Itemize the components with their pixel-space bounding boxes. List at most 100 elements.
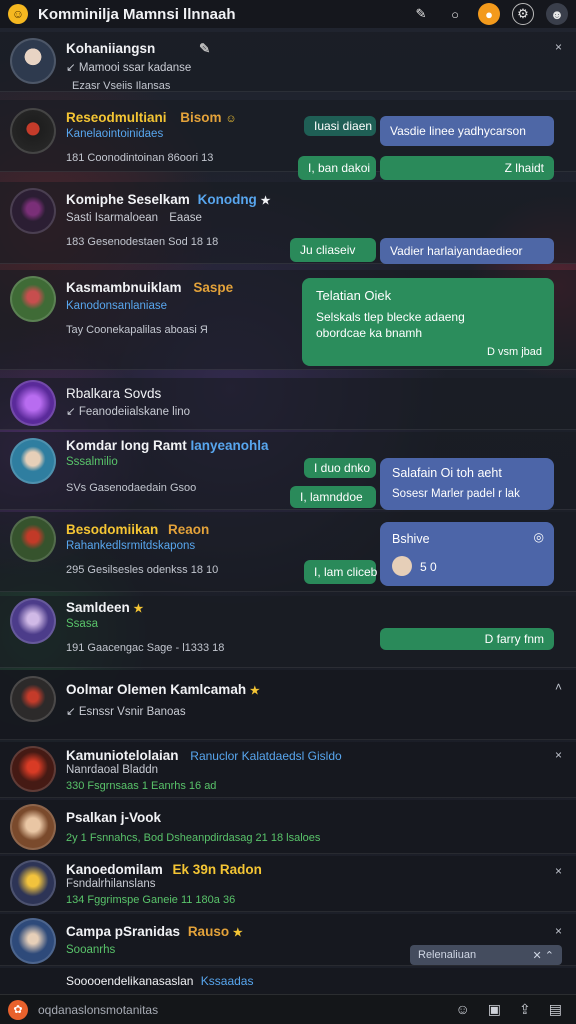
name-text: Komiphe Seselkam [66, 192, 190, 207]
name-tag: Ranuclor Kalatdaedsl Gisldo [190, 749, 342, 763]
reply-bubble[interactable]: I duo dnko [304, 458, 376, 478]
list-item[interactable]: Psalkan j-Vook 2y 1 Fsnnahcs, Bod Dshean… [0, 800, 576, 854]
close-icon[interactable]: ✕ ⌃ [533, 949, 555, 962]
avatar [10, 804, 56, 850]
message-bubble[interactable]: Z lhaidt [380, 156, 554, 180]
reply-bubble[interactable]: Iuasi diaen [304, 116, 376, 136]
search-icon[interactable]: ○ [444, 3, 466, 25]
name-text: Kamuniotelolaian [66, 748, 179, 763]
thread-meta: Ezasr Vseiis Ilansas [72, 80, 171, 92]
thread-meta: 134 Fggrimspe Ganeie 11 180a 36 [66, 894, 236, 906]
message-bubble[interactable]: D farry fnm [380, 628, 554, 650]
last-message: Fsndalrhilanslans [66, 878, 156, 890]
profile-avatar-icon[interactable]: ☻ [546, 3, 568, 25]
contact-name: Komdar Iong Ramt Ianyeanohla [66, 438, 269, 453]
name-tag: Reaon [168, 522, 210, 537]
sub-text: Sasti Isarmaloean [66, 212, 159, 224]
thread-meta: 183 Gesenodestaen Sod 18 18 [66, 236, 219, 248]
reply-bubble[interactable]: I, ban dakoi [298, 156, 376, 180]
contact-name: Kanoedomilam Ek 39n Radon [66, 862, 262, 877]
avatar [10, 598, 56, 644]
smile-icon: ☺ [225, 113, 237, 125]
list-item: Ezasr Vseiis Ilansas [0, 78, 576, 98]
reply-bubble[interactable]: I, lam cliceb [304, 560, 377, 584]
name-text: Komdar Iong Ramt [66, 438, 187, 453]
message-input[interactable]: oqdanaslonsmotanitas [38, 1003, 456, 1017]
name-tag: Ianyeanohla [190, 438, 269, 453]
pen-icon[interactable]: ✎ [410, 3, 432, 25]
star-icon: ★ [232, 927, 243, 939]
list-item[interactable]: Kasmambnuiklam Saspe Kanodonsanlaniase T… [0, 270, 576, 370]
contact-name: Samldeen ★ [66, 600, 143, 615]
avatar [10, 188, 56, 234]
name-text: Besodomiikan [66, 522, 159, 537]
thread-meta: Tay Coonekapalilas aboasi Я [66, 324, 208, 336]
last-message: Nanrdaoal Bladdn [66, 764, 159, 776]
emoji-icon[interactable]: ☺ [456, 1001, 470, 1018]
name-text: Kanoedomilam [66, 862, 163, 877]
sticker-icon[interactable]: ▣ [488, 1001, 501, 1018]
name-tag: Saspe [193, 280, 234, 295]
contact-name: Reseodmultiani Bisom ☺ [66, 110, 237, 125]
contact-name: Kohaniiangsn ✎ [66, 41, 210, 57]
reply-bubble[interactable]: I, lamnddoe [290, 486, 376, 508]
thread-meta: SVs Gasenodaedain Gsoo [66, 482, 197, 494]
list-item[interactable]: Oolmar Olemen Kamlcamah ★ ↙ Esnssr Vsnir… [0, 670, 576, 740]
list-item[interactable]: Kamuniotelolaian Ranuclor Kalatdaedsl Gi… [0, 742, 576, 798]
close-icon[interactable]: × [555, 40, 562, 54]
pen-icon: ✎ [199, 41, 211, 56]
last-message: Sooanrhs [66, 944, 116, 956]
list-item[interactable]: Rbalkara Sovds ↙ Feanodeiialskane lino [0, 378, 576, 430]
contact-name: Sooooendelikanasaslan Kssaadas [66, 974, 253, 988]
app-icon[interactable]: ☺ [8, 4, 28, 24]
chat-list: Kohaniiangsn ✎ ↙ Mamooi ssar kadanse × E… [0, 32, 576, 994]
settings-icon[interactable]: ⚙ [512, 3, 534, 25]
card-value: 5 0 [420, 560, 437, 574]
status-pill[interactable]: Relenaliuan ✕ ⌃ [410, 945, 562, 965]
message-card[interactable]: Telatian Oiek Selskals tlep blecke adaen… [302, 278, 554, 366]
card-title: Bshive [392, 532, 430, 546]
star-icon: ★ [133, 603, 144, 615]
close-icon[interactable]: × [555, 748, 562, 762]
top-actions: ✎ ○ ● ⚙ ☻ [410, 3, 568, 25]
close-icon[interactable]: × [555, 924, 562, 938]
avatar [10, 276, 56, 322]
more-icon[interactable]: ▤ [549, 1001, 562, 1018]
thread-meta: 330 Fsgrnsaas 1 Eanrhs 16 ad [66, 780, 217, 792]
contact-name: Oolmar Olemen Kamlcamah ★ [66, 682, 260, 697]
message-card[interactable]: Salafain Oi toh aeht Sosesr Marler padel… [380, 458, 554, 510]
last-message: ↙ Esnssr Vsnir Banoas [66, 706, 186, 718]
contact-name: Psalkan j-Vook [66, 810, 162, 825]
star-icon: ★ [260, 195, 271, 207]
close-icon[interactable]: × [555, 864, 562, 878]
list-item[interactable]: Reseodmultiani Bisom ☺ Kanelaointoinidae… [0, 100, 576, 180]
name-tag: Konodng [197, 192, 257, 207]
list-item[interactable]: Sooooendelikanasaslan Kssaadas [0, 968, 576, 994]
card-body: Selskals tlep blecke adaeng [316, 310, 465, 324]
avatar [10, 860, 56, 906]
avatar [10, 918, 56, 964]
contact-name: Kasmambnuiklam Saspe [66, 280, 233, 295]
name-text: Samldeen [66, 600, 130, 615]
message-bubble[interactable]: Vasdie linee yadhycarson [380, 116, 554, 146]
list-item[interactable]: Komdar Iong Ramt Ianyeanohla Sssalmilio … [0, 432, 576, 510]
list-item[interactable]: Komiphe Seselkam Konodng ★ Sasti Isarmal… [0, 182, 576, 264]
last-message: Ssasa [66, 618, 98, 630]
attach-icon[interactable]: ⇪ [519, 1001, 531, 1018]
bell-icon[interactable]: ● [478, 3, 500, 25]
thread-meta: 181 Coonodintoinan 86oori 13 [66, 152, 214, 164]
name-tag: Kssaadas [200, 974, 254, 988]
reply-bubble[interactable]: Ju cliaseiv [290, 238, 376, 262]
name-text: Kohaniiangsn [66, 41, 156, 56]
name-tag: Bisom [180, 110, 222, 125]
last-message: Kanelaointoinidaes [66, 128, 164, 140]
chevron-up-icon[interactable]: ˄ [555, 680, 562, 694]
card-body: obordcae ka bnamh [316, 326, 423, 340]
info-icon[interactable]: ◎ [534, 530, 544, 544]
list-item[interactable]: Besodomiikan Reaon Rahankedlsrmitdskapon… [0, 512, 576, 650]
message-card[interactable]: Bshive ◎ 5 0 [380, 522, 554, 586]
app-icon[interactable]: ✿ [8, 999, 28, 1020]
list-item[interactable]: Kanoedomilam Ek 39n Radon Fsndalrhilansl… [0, 856, 576, 912]
message-bubble[interactable]: Vadier harlaiyandaedieor [380, 238, 554, 264]
avatar [10, 516, 56, 562]
